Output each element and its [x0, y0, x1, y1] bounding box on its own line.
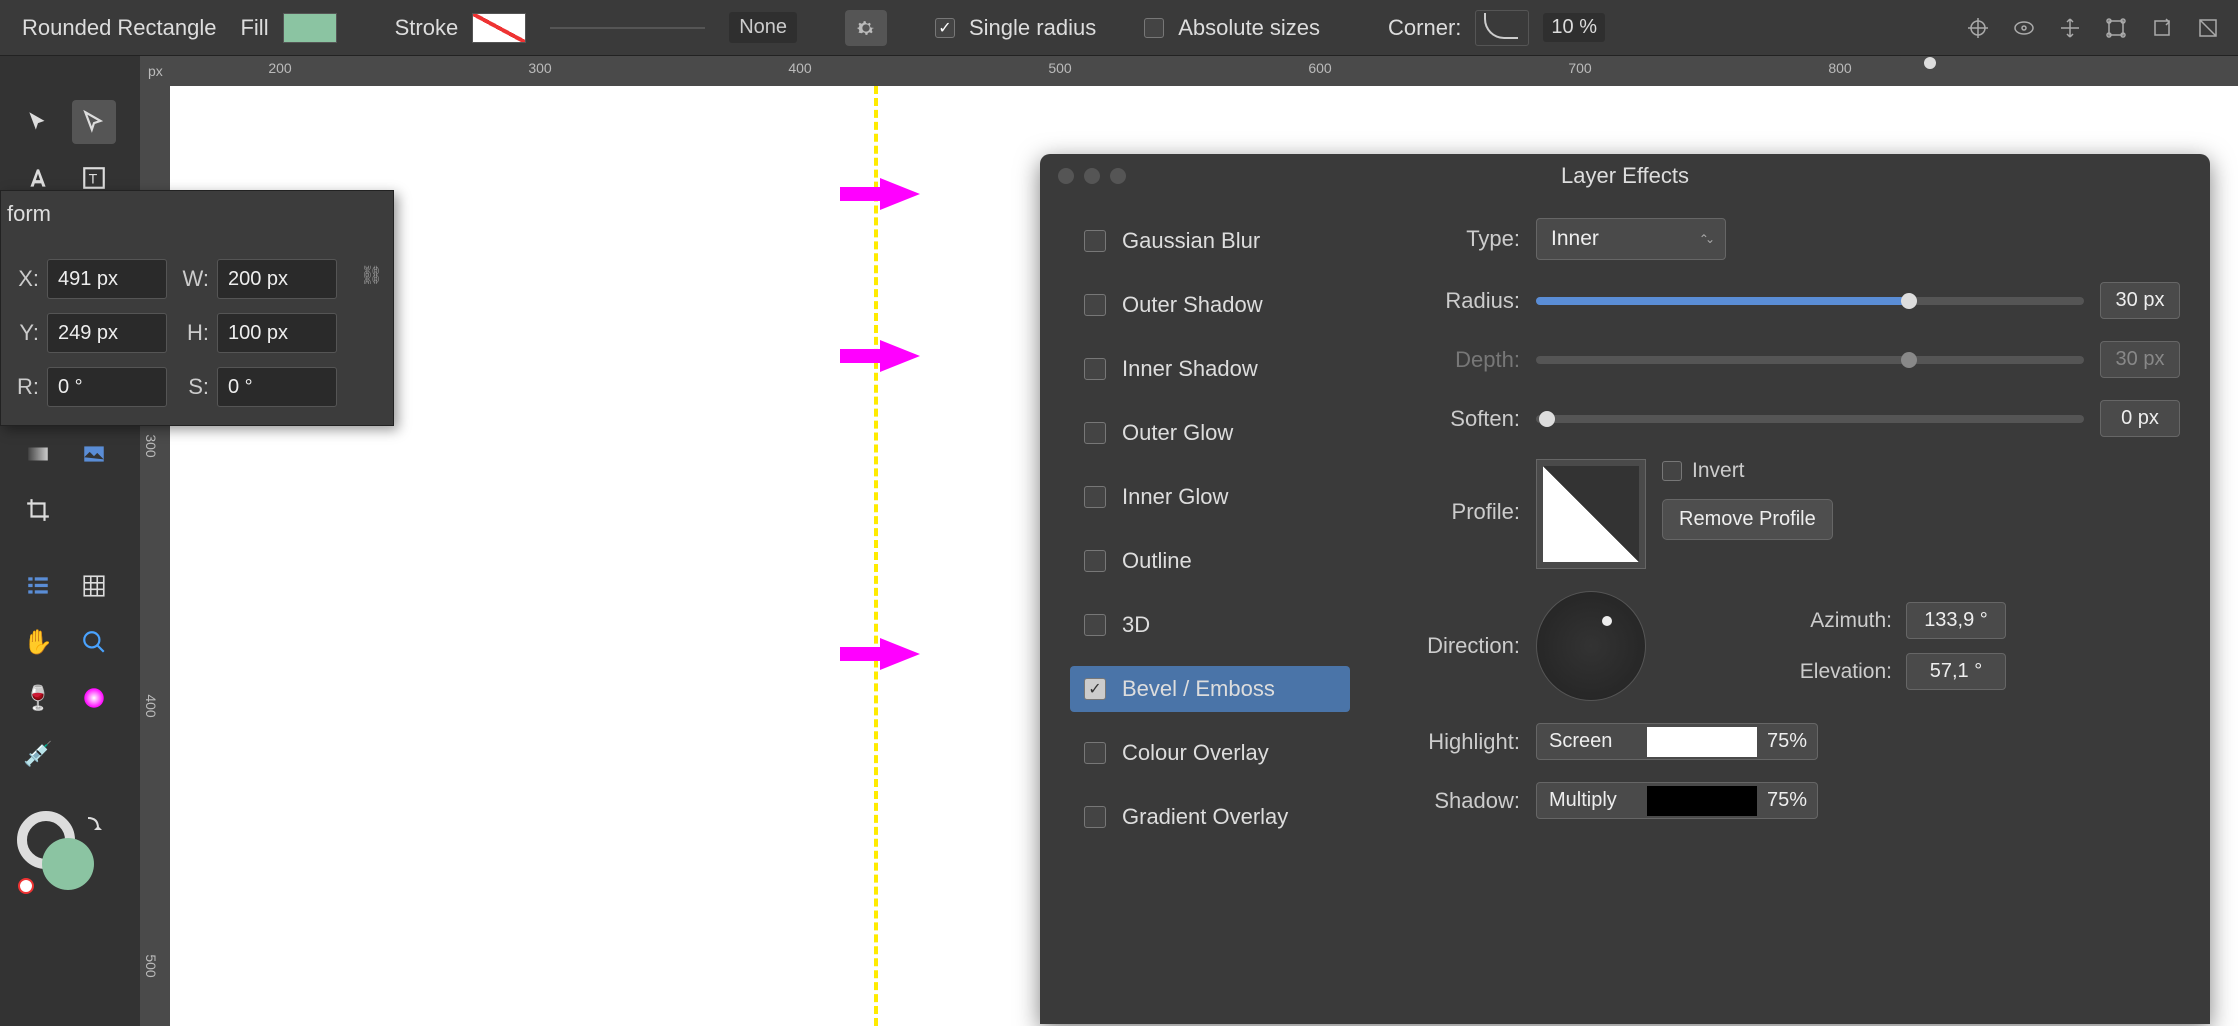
fx-item-colour-overlay[interactable]: Colour Overlay [1070, 730, 1350, 776]
move-icon[interactable] [2052, 10, 2088, 46]
annotation-arrow [880, 638, 920, 670]
list-tool[interactable] [16, 564, 60, 608]
stroke-label: Stroke [395, 15, 459, 41]
window-close-icon[interactable] [1058, 168, 1074, 184]
fx-item-outer-glow[interactable]: Outer Glow [1070, 410, 1350, 456]
fx-title: Layer Effects [1561, 163, 1689, 189]
transform-x-input[interactable] [47, 259, 167, 299]
fx-invert-checkbox[interactable] [1662, 461, 1682, 481]
node-tool[interactable] [72, 100, 116, 144]
corner-label: Corner: [1388, 15, 1461, 41]
fx-elevation-value[interactable]: 57,1 ° [1906, 653, 2006, 690]
eyedropper-tool[interactable]: 💉 [16, 732, 60, 776]
fx-shadow-blend[interactable]: Multiply 75% [1536, 782, 1818, 819]
fx-item-inner-shadow[interactable]: Inner Shadow [1070, 346, 1350, 392]
single-radius-label: Single radius [969, 15, 1096, 41]
fx-radius-slider[interactable] [1536, 297, 2084, 305]
absolute-sizes-label: Absolute sizes [1178, 15, 1320, 41]
top-zoom-slider[interactable] [1898, 56, 2168, 70]
transform-w-input[interactable] [217, 259, 337, 299]
window-max-icon[interactable] [1110, 168, 1126, 184]
corner-preview[interactable] [1475, 10, 1529, 46]
single-radius-checkbox[interactable] [935, 18, 955, 38]
guide-vertical[interactable] [874, 86, 878, 1026]
transform-h-input[interactable] [217, 313, 337, 353]
link-wh-icon[interactable]: ⛓ [360, 265, 383, 286]
absolute-sizes-checkbox[interactable] [1144, 18, 1164, 38]
annotation-arrow [880, 340, 920, 372]
fx-radius-value[interactable]: 30 px [2100, 282, 2180, 319]
transform-box-icon[interactable] [2098, 10, 2134, 46]
fx-item-bevel-emboss[interactable]: Bevel / Emboss [1070, 666, 1350, 712]
move-tool[interactable] [16, 100, 60, 144]
fx-list: Gaussian Blur Outer Shadow Inner Shadow … [1070, 218, 1350, 840]
corner-value[interactable]: 10 % [1543, 13, 1605, 42]
table-tool[interactable] [72, 564, 116, 608]
transform-title: form [7, 201, 51, 227]
fx-soften-slider[interactable] [1536, 415, 2084, 423]
fx-depth-value: 30 px [2100, 341, 2180, 378]
stroke-width-value[interactable]: None [729, 12, 797, 43]
fx-shadow-color[interactable] [1647, 786, 1757, 816]
zoom-tool[interactable] [72, 620, 116, 664]
ruler-unit-label: px [148, 63, 163, 79]
context-toolbar: Rounded Rectangle Fill Stroke None Singl… [0, 0, 2238, 56]
transform-y-input[interactable] [47, 313, 167, 353]
shape-type-label: Rounded Rectangle [12, 15, 226, 41]
fx-highlight-blend[interactable]: Screen 75% [1536, 723, 1818, 760]
fx-profile-preview[interactable] [1536, 459, 1646, 569]
annotation-arrow [880, 178, 920, 210]
fx-item-gaussian-blur[interactable]: Gaussian Blur [1070, 218, 1350, 264]
fill-label: Fill [240, 15, 268, 41]
cycle-box-icon[interactable] [2144, 10, 2180, 46]
fx-type-select[interactable]: Inner [1536, 218, 1726, 260]
color-swap-icon[interactable] [16, 808, 106, 898]
gradient-tool[interactable] [16, 432, 60, 476]
show-all-icon[interactable] [2006, 10, 2042, 46]
transform-panel: form ⛓ X: W: Y: H: R: S: [0, 190, 394, 426]
transform-r-input[interactable] [47, 367, 167, 407]
color-wheel-tool[interactable] [72, 676, 116, 720]
fx-soften-value[interactable]: 0 px [2100, 400, 2180, 437]
align-center-icon[interactable] [1960, 10, 1996, 46]
fx-azimuth-value[interactable]: 133,9 ° [1906, 602, 2006, 639]
transform-s-input[interactable] [217, 367, 337, 407]
fx-item-inner-glow[interactable]: Inner Glow [1070, 474, 1350, 520]
fx-item-outer-shadow[interactable]: Outer Shadow [1070, 282, 1350, 328]
stroke-swatch[interactable] [472, 13, 526, 43]
fx-remove-profile-button[interactable]: Remove Profile [1662, 499, 1833, 540]
gear-icon [855, 17, 877, 39]
fx-item-3d[interactable]: 3D [1070, 602, 1350, 648]
svg-text:T: T [89, 170, 98, 186]
layer-effects-panel: Layer Effects Gaussian Blur Outer Shadow… [1040, 154, 2210, 1024]
fx-item-gradient-overlay[interactable]: Gradient Overlay [1070, 794, 1350, 840]
picture-tool[interactable] [72, 432, 116, 476]
glass-tool[interactable]: 🍷 [16, 676, 60, 720]
stroke-width-slider[interactable] [550, 27, 705, 29]
fx-item-outline[interactable]: Outline [1070, 538, 1350, 584]
fx-depth-slider[interactable] [1536, 356, 2084, 364]
window-min-icon[interactable] [1084, 168, 1100, 184]
fill-swatch[interactable] [283, 13, 337, 43]
pan-tool[interactable]: ✋ [16, 620, 60, 664]
fx-direction-wheel[interactable] [1536, 591, 1646, 701]
snap-icon[interactable] [2190, 10, 2226, 46]
crop-tool[interactable] [16, 488, 60, 532]
fx-highlight-color[interactable] [1647, 727, 1757, 757]
stroke-settings-button[interactable] [845, 10, 887, 46]
